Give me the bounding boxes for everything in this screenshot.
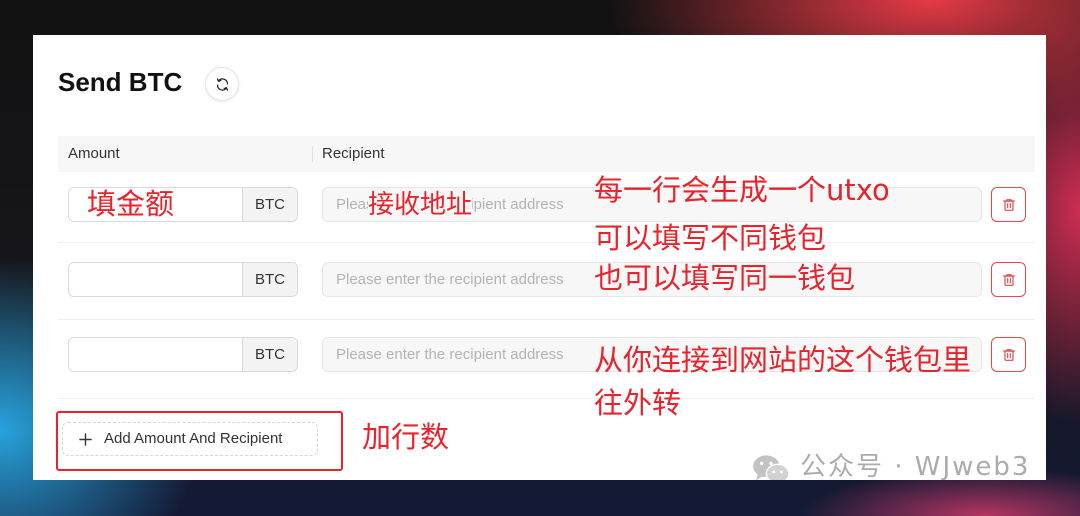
amount-input[interactable] (69, 263, 242, 296)
row-divider (58, 398, 1035, 399)
row-divider (58, 319, 1035, 320)
trash-icon (1002, 198, 1015, 211)
annotation-note-line3: 也可以填写同一钱包 (594, 261, 856, 295)
column-header-recipient: Recipient (322, 145, 385, 162)
delete-row-button[interactable] (991, 337, 1026, 372)
page-title: Send BTC (58, 67, 183, 97)
watermark-text: 公众号 · WJweb3 (800, 452, 1031, 480)
annotation-add-rows: 加行数 (362, 420, 450, 454)
table-header: Amount Recipient (58, 136, 1035, 172)
delete-row-button[interactable] (991, 187, 1026, 222)
amount-input[interactable] (69, 338, 242, 371)
wechat-icon (753, 455, 790, 480)
refresh-button[interactable] (205, 67, 239, 101)
row-divider (58, 242, 1035, 243)
refresh-icon (216, 77, 228, 91)
currency-suffix: BTC (242, 188, 297, 221)
annotation-amount: 填金额 (87, 187, 175, 221)
trash-icon (1002, 273, 1015, 286)
annotation-recipient: 接收地址 (368, 189, 473, 221)
annotation-highlight-box (56, 411, 343, 471)
currency-suffix: BTC (242, 338, 297, 371)
annotation-note-line1: 每一行会生成一个utxo (594, 173, 890, 207)
annotation-note-line2: 可以填写不同钱包 (594, 221, 827, 255)
send-btc-card: Send BTC Amount Recipient BTC BTC (33, 35, 1046, 480)
delete-row-button[interactable] (991, 262, 1026, 297)
currency-suffix: BTC (242, 263, 297, 296)
amount-input-group: BTC (68, 262, 298, 297)
annotation-source-line2: 往外转 (594, 386, 682, 420)
trash-icon (1002, 348, 1015, 361)
column-header-amount: Amount (68, 145, 120, 162)
column-divider (312, 146, 313, 162)
amount-input-group: BTC (68, 337, 298, 372)
annotation-source-line1: 从你连接到网站的这个钱包里 (594, 343, 972, 377)
